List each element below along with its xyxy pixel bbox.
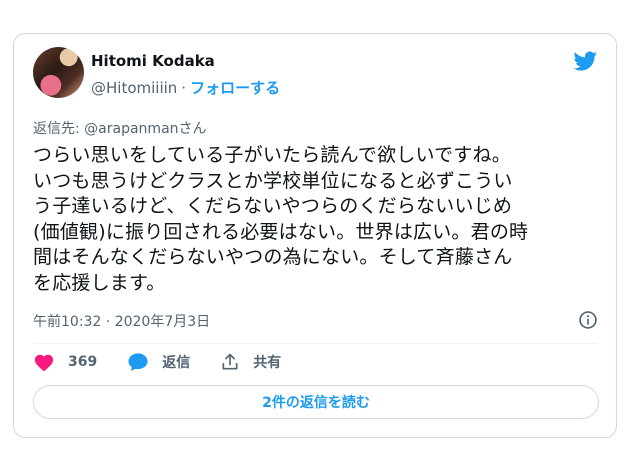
separator: · [181, 79, 187, 97]
reply-button[interactable]: 返信 [127, 352, 190, 372]
reply-prefix: 返信先: [33, 121, 85, 137]
reply-target-link[interactable]: @arapanmanさん [84, 121, 206, 137]
follow-button[interactable]: フォローする [190, 79, 280, 97]
reply-label: 返信 [162, 355, 191, 371]
tweet-timestamp[interactable]: 午前10:32 · 2020年7月3日 [33, 311, 210, 331]
speech-bubble-icon [128, 353, 148, 372]
tweet-card: Hitomi Kodaka @Hitomiiiin · フォローする 返信先: @a… [13, 33, 617, 438]
author-name[interactable]: Hitomi Kodaka [91, 52, 215, 70]
reply-context: 返信先: @arapanmanさん [33, 118, 207, 138]
share-icon [222, 353, 238, 370]
divider [33, 343, 597, 344]
info-icon[interactable] [578, 310, 598, 330]
heart-icon [34, 354, 54, 372]
twitter-bird-icon[interactable] [572, 49, 599, 73]
read-replies-button[interactable]: 2件の返信を読む [33, 385, 599, 419]
like-count: 369 [68, 354, 98, 370]
author-handle-row: @Hitomiiiin · フォローする [91, 77, 280, 98]
avatar[interactable] [33, 47, 84, 98]
share-label: 共有 [253, 355, 282, 371]
tweet-text: つらい思いをしている子がいたら読んで欲しいですね。 いつも思うけどクラスとか学校… [33, 144, 529, 294]
share-button[interactable]: 共有 [220, 352, 281, 372]
like-button[interactable]: 369 [33, 352, 97, 372]
author-handle[interactable]: @Hitomiiiin [91, 79, 177, 97]
action-bar: 369 返信 共有 [33, 352, 311, 372]
